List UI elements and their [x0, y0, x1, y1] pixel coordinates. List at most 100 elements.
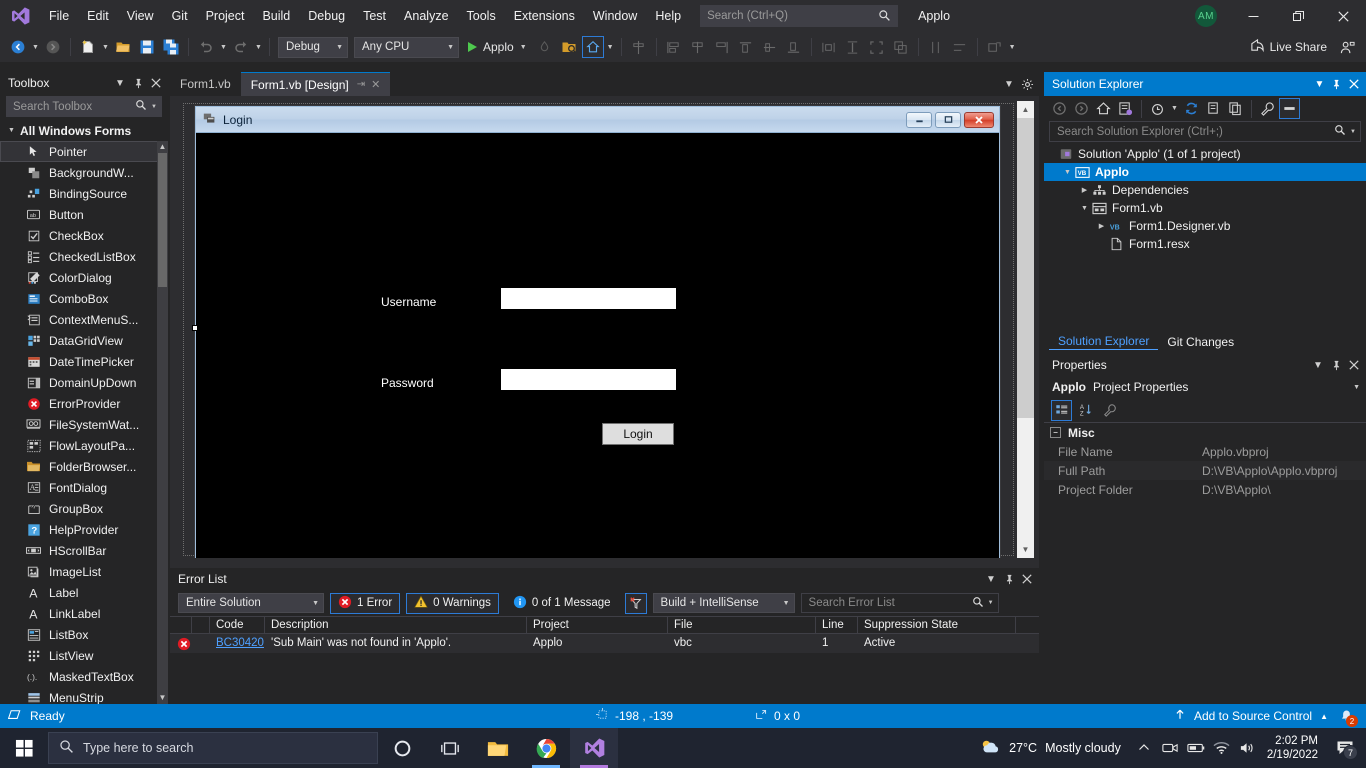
toolbox-item-menustrip[interactable]: MenuStrip — [0, 687, 168, 704]
build-filter-combo[interactable]: Build + IntelliSense ▼ — [652, 593, 795, 613]
menu-tools[interactable]: Tools — [458, 0, 505, 32]
column-code[interactable]: Code — [210, 616, 265, 634]
properties-object-selector[interactable]: Applo Project Properties ▼ — [1044, 376, 1366, 398]
toolbox-item-checkedlistbox[interactable]: CheckedListBox — [0, 246, 168, 267]
menu-git[interactable]: Git — [163, 0, 197, 32]
chrome-icon[interactable] — [522, 728, 570, 768]
pending-changes-icon[interactable] — [1115, 98, 1136, 119]
taskbar-search-input[interactable]: Type here to search — [48, 732, 378, 764]
menu-test[interactable]: Test — [354, 0, 395, 32]
solution-node-form1-vb[interactable]: ▼ Form1.vb — [1044, 199, 1366, 217]
action-center-button[interactable]: 7 — [1328, 728, 1362, 768]
wifi-icon[interactable] — [1209, 728, 1235, 768]
form-minimize-button[interactable] — [906, 111, 932, 128]
property-pages-icon[interactable] — [1099, 400, 1120, 421]
chevron-down-icon[interactable]: ▼ — [112, 74, 128, 92]
collapse-timer-icon[interactable] — [1147, 98, 1168, 119]
pin-icon[interactable] — [1328, 356, 1344, 374]
toolbox-item-filesystemwat[interactable]: FileSystemWat... — [0, 414, 168, 435]
login-button[interactable]: Login — [602, 423, 674, 445]
back-dropdown-icon[interactable]: ▼ — [30, 44, 41, 51]
visual-studio-icon[interactable] — [570, 728, 618, 768]
toolbox-item-linklabel[interactable]: A LinkLabel — [0, 603, 168, 624]
gear-icon[interactable] — [1019, 75, 1035, 93]
configuration-combo[interactable]: Debug ▼ — [278, 36, 348, 58]
toolbox-item-imagelist[interactable]: ImageList — [0, 561, 168, 582]
scroll-down-icon[interactable]: ▼ — [1017, 541, 1034, 558]
designer-vertical-scrollbar[interactable]: ▲ ▼ — [1017, 101, 1034, 558]
tab-solution-explorer[interactable]: Solution Explorer — [1049, 334, 1159, 350]
preview-selected-items-icon[interactable] — [1279, 98, 1300, 119]
toolbox-item-hscrollbar[interactable]: HScrollBar — [0, 540, 168, 561]
properties-wrench-icon[interactable] — [1257, 98, 1278, 119]
column-project[interactable]: Project — [527, 616, 668, 634]
chevron-down-icon[interactable]: ▼ — [1169, 105, 1180, 112]
solution-node-form1-designer-vb[interactable]: ▶ VB Form1.Designer.vb — [1044, 217, 1366, 235]
toolbox-item-contextmenus[interactable]: ContextMenuS... — [0, 309, 168, 330]
toolbox-scrollbar[interactable]: ▲ ▼ — [157, 141, 168, 704]
toolbox-item-listview[interactable]: ListView — [0, 645, 168, 666]
window-restore-button[interactable] — [1276, 0, 1321, 32]
error-scope-combo[interactable]: Entire Solution ▼ — [178, 593, 324, 613]
chevron-down-icon[interactable]: ▼ — [1310, 356, 1326, 374]
toolbox-item-groupbox[interactable]: xy GroupBox — [0, 498, 168, 519]
account-avatar[interactable]: AM — [1195, 5, 1217, 27]
chevron-down-icon[interactable]: ▼ — [1061, 169, 1074, 176]
undo-icon[interactable] — [195, 36, 217, 58]
form-designer-surface[interactable]: Login Username Password Login ▲ ▼ — [170, 96, 1039, 568]
column-description[interactable]: Description — [265, 616, 527, 634]
collapse-icon[interactable]: − — [1050, 427, 1061, 438]
chevron-up-icon[interactable]: ▲ — [1320, 712, 1328, 721]
toolbox-item-datagridview[interactable]: DataGridView — [0, 330, 168, 351]
column-sort-indicator[interactable] — [192, 616, 210, 634]
toolbox-item-maskedtextbox[interactable]: (.). MaskedTextBox — [0, 666, 168, 687]
toolbox-item-list[interactable]: ▼ All Windows Forms Pointer BackgroundW..… — [0, 120, 168, 704]
toolbox-item-flowlayoutpa[interactable]: FlowLayoutPa... — [0, 435, 168, 456]
pin-icon[interactable] — [1001, 570, 1017, 588]
toolbox-search-input[interactable]: Search Toolbox ▼ — [6, 96, 162, 117]
menu-window[interactable]: Window — [584, 0, 646, 32]
redo-icon[interactable] — [230, 36, 252, 58]
tray-expand-icon[interactable] — [1131, 728, 1157, 768]
toolbar-overflow-icon[interactable]: ▼ — [1007, 44, 1018, 51]
close-icon[interactable] — [1019, 570, 1035, 588]
pin-icon[interactable]: ⇥ — [357, 79, 365, 90]
chevron-down-icon[interactable]: ▼ — [151, 104, 157, 110]
errors-toggle[interactable]: 1 Error — [330, 592, 401, 614]
chevron-down-icon[interactable]: ▼ — [1311, 74, 1328, 94]
toolbox-item-label[interactable]: A Label — [0, 582, 168, 603]
designer-overflow-icon[interactable]: ▼ — [605, 44, 616, 51]
solution-tree[interactable]: Solution 'Applo' (1 of 1 project) ▼ VB Appl… — [1044, 145, 1366, 253]
chevron-down-icon[interactable]: ▼ — [988, 600, 994, 606]
column-severity[interactable] — [170, 616, 192, 634]
forward-icon[interactable] — [1071, 98, 1092, 119]
chevron-down-icon[interactable]: ▼ — [983, 570, 999, 588]
solution-node-dependencies[interactable]: ▶ Dependencies — [1044, 181, 1366, 199]
toolbox-item-combobox[interactable]: ComboBox — [0, 288, 168, 309]
live-share-button[interactable]: Live Share — [1242, 35, 1335, 59]
toolbox-item-domainupdown[interactable]: DomainUpDown — [0, 372, 168, 393]
username-textbox[interactable] — [501, 288, 676, 309]
messages-toggle[interactable]: 0 of 1 Message — [505, 593, 619, 614]
solution-search-input[interactable]: Search Solution Explorer (Ctrl+;) ▼ — [1049, 121, 1361, 142]
column-suppression-state[interactable]: Suppression State — [858, 616, 1016, 634]
toolbox-item-fontdialog[interactable]: A FontDialog — [0, 477, 168, 498]
window-close-button[interactable] — [1321, 0, 1366, 32]
designer-home-icon[interactable] — [581, 36, 604, 58]
toolbox-item-checkbox[interactable]: CheckBox — [0, 225, 168, 246]
scrollbar-thumb[interactable] — [158, 153, 167, 287]
property-row[interactable]: File Name Applo.vbproj — [1044, 442, 1366, 461]
properties-category-misc[interactable]: − Misc — [1044, 423, 1366, 442]
designer-canvas[interactable]: Login Username Password Login — [175, 101, 1016, 558]
property-row[interactable]: Project Folder D:\VB\Applo\ — [1044, 480, 1366, 499]
platform-combo[interactable]: Any CPU ▼ — [354, 36, 459, 58]
feedback-icon[interactable] — [1336, 36, 1358, 58]
scroll-up-icon[interactable]: ▲ — [157, 141, 168, 153]
toolbox-item-bindingsource[interactable]: BindingSource — [0, 183, 168, 204]
menu-edit[interactable]: Edit — [78, 0, 118, 32]
tab-form1-vb-design[interactable]: Form1.vb [Design] ⇥ ✕ — [240, 72, 391, 96]
solution-node-solution-applo-1-of-1-project[interactable]: Solution 'Applo' (1 of 1 project) — [1044, 145, 1366, 163]
toolbox-item-backgroundw[interactable]: BackgroundW... — [0, 162, 168, 183]
chevron-down-icon[interactable]: ▼ — [1350, 129, 1356, 135]
column-line[interactable]: Line — [816, 616, 858, 634]
